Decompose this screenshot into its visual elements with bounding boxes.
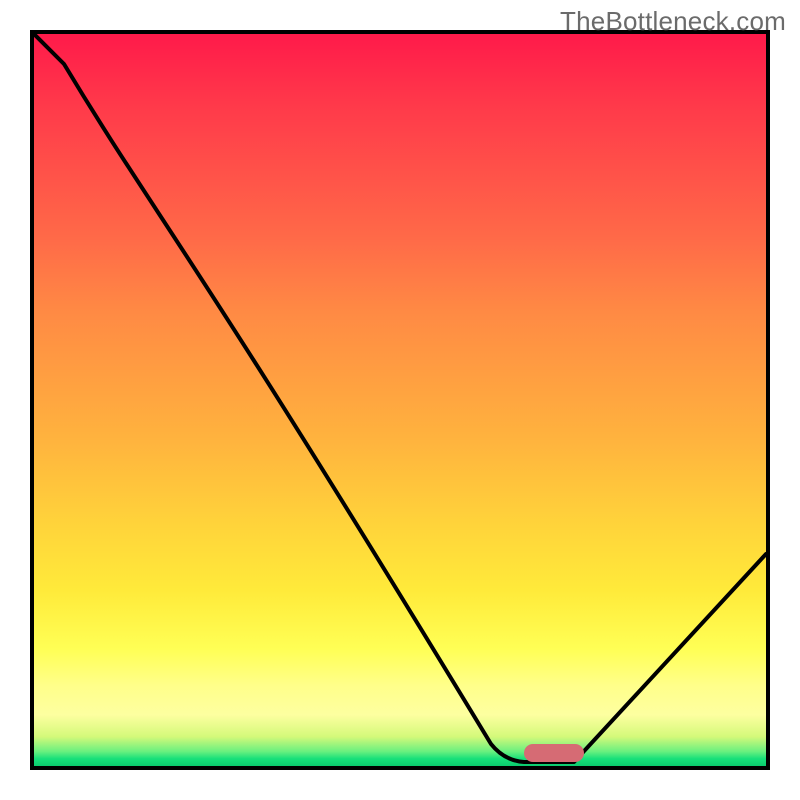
- optimal-marker: [524, 744, 584, 762]
- watermark-text: TheBottleneck.com: [560, 6, 786, 37]
- curve-path: [34, 34, 766, 762]
- plot-area: [30, 30, 770, 770]
- bottleneck-curve: [34, 34, 766, 766]
- chart-container: TheBottleneck.com: [0, 0, 800, 800]
